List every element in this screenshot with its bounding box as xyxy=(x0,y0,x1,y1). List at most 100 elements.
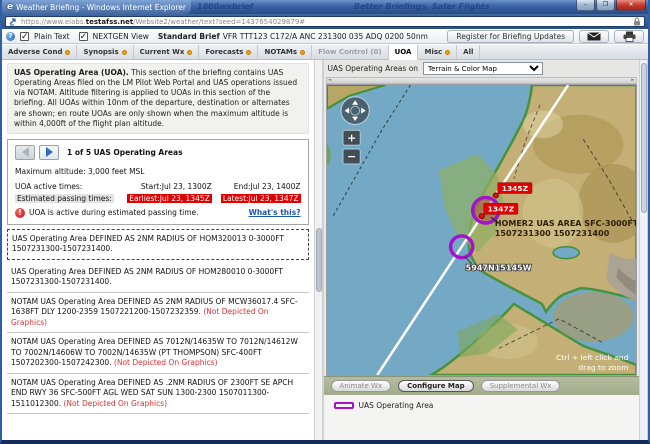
map-pan-control[interactable] xyxy=(340,96,370,125)
minus-icon: − xyxy=(346,150,355,163)
map-layer-label: UAS Operating Areas on xyxy=(327,64,419,73)
tab-uoa[interactable]: UOA xyxy=(388,45,419,60)
lock-icon xyxy=(634,17,640,26)
tab-forecasts[interactable]: Forecasts xyxy=(199,45,259,59)
map-zoom-out-button[interactable]: − xyxy=(342,148,361,165)
uoa-pager: 1 of 5 UAS Operating Areas xyxy=(15,144,301,160)
window-controls: – ❐ ✕ xyxy=(576,0,646,11)
time-tag-label: 1347Z xyxy=(487,205,514,214)
email-button[interactable] xyxy=(579,29,609,43)
map-header: UAS Operating Areas on Terrain & Color M… xyxy=(323,60,639,77)
uoa-list-item[interactable]: UAS Operating Area DEFINED AS 2NM RADIUS… xyxy=(7,263,309,293)
maximize-button[interactable]: ❐ xyxy=(596,0,615,11)
time-tag-label: 1345Z xyxy=(501,184,528,193)
active-end: End:Jul 23, 1400Z xyxy=(233,181,301,191)
pager-label: 1 of 5 UAS Operating Areas xyxy=(67,147,183,157)
brief-summary: Standard Brief VFR TTT123 C172/A ANC 2313… xyxy=(157,31,428,41)
tab-notams[interactable]: NOTAMs xyxy=(258,45,313,59)
uoa-legend-label: UAS Operating Area xyxy=(358,401,434,410)
uoa-area-label-line2: 1507231300 1507231400 xyxy=(494,229,609,238)
title-area: e Weather Briefing - Windows Internet Ex… xyxy=(2,0,191,14)
scrollbar-thumb[interactable] xyxy=(641,63,647,213)
print-button[interactable] xyxy=(614,29,644,43)
uoa-list-item[interactable]: NOTAM UAS Operating Area DEFINED AS 7012… xyxy=(7,333,309,374)
zoom-hint-line2: drag to zoom xyxy=(578,363,628,372)
url-text: https://www.elabs.testafss.net/Website2/… xyxy=(21,17,306,26)
map-layer-select[interactable]: Terrain & Color Map xyxy=(423,62,544,75)
tab-all[interactable]: All xyxy=(457,45,481,59)
internet-explorer-icon: e xyxy=(7,1,14,12)
register-briefing-updates-button[interactable]: Register for Briefing Updates xyxy=(447,29,574,43)
info-icon[interactable]: ? xyxy=(6,31,15,41)
passing-times-label: Estimated passing times: xyxy=(15,193,114,203)
scroll-left-arrow-icon[interactable]: ◄ xyxy=(328,78,332,83)
close-button[interactable]: ✕ xyxy=(616,0,646,11)
zoom-hint-line1: Ctrl + left click and xyxy=(556,353,629,362)
uoa-summary-card: 1 of 5 UAS Operating Areas Maximum altit… xyxy=(7,138,309,225)
briefing-tabs: Adverse Cond Synopsis Current Wx Forecas… xyxy=(2,45,648,60)
uoa-area-label-line1: HOMER2 UAS AREA SFC-3000FT xyxy=(494,219,636,228)
url-bar: https://www.elabs.testafss.net/Website2/… xyxy=(2,14,648,29)
uoa-list-item[interactable]: UAS Operating Area DEFINED AS 2NM RADIUS… xyxy=(7,228,309,260)
active-start: Start:Jul 23, 1300Z xyxy=(140,181,212,191)
map-panel: UAS Operating Areas on Terrain & Color M… xyxy=(322,60,639,440)
go-arrow-icon xyxy=(9,18,16,26)
map-canvas[interactable]: 5947N15145W 1345Z 1347Z HOMER2 UAS AREA … xyxy=(325,84,637,376)
map-zoom-in-button[interactable]: + xyxy=(342,129,361,146)
uoa-list-item[interactable]: NOTAM UAS Operating Area DEFINED AS 2NM … xyxy=(7,293,309,334)
content-area: UAS Operating Area (UOA). This section o… xyxy=(2,60,648,440)
plus-icon: + xyxy=(346,132,355,145)
nextgen-view-label: NEXTGEN View xyxy=(92,31,149,41)
plain-text-checkbox[interactable]: ✓ xyxy=(20,31,29,41)
nextgen-view-checkbox[interactable]: ✓ xyxy=(78,31,88,41)
animate-wx-button[interactable]: Animate Wx xyxy=(330,380,392,392)
status-dot xyxy=(187,49,193,55)
briefing-toolbar: ? ✓ Plain Text ✓ NEXTGEN View Standard B… xyxy=(2,29,648,44)
map-legend: UAS Operating Area xyxy=(323,395,639,440)
uoa-active-warning: ! UOA is active during estimated passing… xyxy=(15,207,301,218)
whats-this-link[interactable]: What's this? xyxy=(249,208,301,217)
passing-time-marker xyxy=(478,213,485,220)
right-arrow-icon xyxy=(45,147,53,158)
next-uoa-button[interactable] xyxy=(39,144,59,160)
supplemental-wx-button[interactable]: Supplemental Wx xyxy=(480,380,561,392)
left-arrow-icon xyxy=(21,147,29,158)
tab-adverse-cond[interactable]: Adverse Cond xyxy=(2,45,78,59)
scroll-right-arrow-icon[interactable]: ► xyxy=(631,78,635,83)
briefing-text-panel: UAS Operating Area (UOA). This section o… xyxy=(2,60,314,440)
window-title: Weather Briefing - Windows Internet Expl… xyxy=(16,2,186,12)
scrollbar-thumb[interactable] xyxy=(315,228,322,292)
minimize-button[interactable]: – xyxy=(576,0,595,11)
status-dot xyxy=(65,49,71,55)
address-bar[interactable]: https://www.elabs.testafss.net/Website2/… xyxy=(5,16,645,27)
map-horizontal-scrollbar[interactable]: ◄ ► xyxy=(325,77,637,84)
printer-icon xyxy=(623,31,635,42)
envelope-icon xyxy=(587,31,601,40)
configure-map-button[interactable]: Configure Map xyxy=(398,380,474,392)
uoa-list-item[interactable]: NOTAM UAS Operating Area DEFINED AS .2NM… xyxy=(7,374,309,415)
tab-current-wx[interactable]: Current Wx xyxy=(134,45,200,59)
passing-earliest: Earliest:Jul 23, 1345Z xyxy=(127,193,212,203)
waypoint-label: 5947N15145W xyxy=(465,264,531,273)
tab-flow-control[interactable]: Flow Control (0) xyxy=(312,45,389,59)
tab-synopsis[interactable]: Synopsis xyxy=(77,45,134,59)
uoa-section-intro: UAS Operating Area (UOA). This section o… xyxy=(7,63,309,134)
alert-icon: ! xyxy=(15,207,25,218)
status-dot xyxy=(300,49,306,55)
previous-uoa-button[interactable] xyxy=(15,144,35,160)
status-dot xyxy=(445,49,451,55)
uoa-list: UAS Operating Area DEFINED AS 2NM RADIUS… xyxy=(7,228,309,415)
warning-text: UOA is active during estimated passing t… xyxy=(29,208,199,218)
passing-time-marker xyxy=(492,192,499,199)
watermark-slogan: Better Briefings, Safer Flights xyxy=(354,2,490,11)
uoa-times-grid: UOA active times: Start:Jul 23, 1300Z En… xyxy=(15,182,301,203)
map-button-bar: Animate Wx Configure Map Supplemental Wx xyxy=(323,376,639,395)
page-scrollbar[interactable] xyxy=(639,60,648,440)
watermark-text: 1800wxbrief xyxy=(197,2,254,11)
browser-window: e Weather Briefing - Windows Internet Ex… xyxy=(0,0,650,444)
passing-latest: Latest:Jul 23, 1347Z xyxy=(220,193,301,203)
tab-misc[interactable]: Misc xyxy=(418,45,458,59)
status-dot xyxy=(246,49,252,55)
uoa-legend-swatch xyxy=(333,402,354,409)
text-panel-scrollbar[interactable] xyxy=(313,60,323,440)
